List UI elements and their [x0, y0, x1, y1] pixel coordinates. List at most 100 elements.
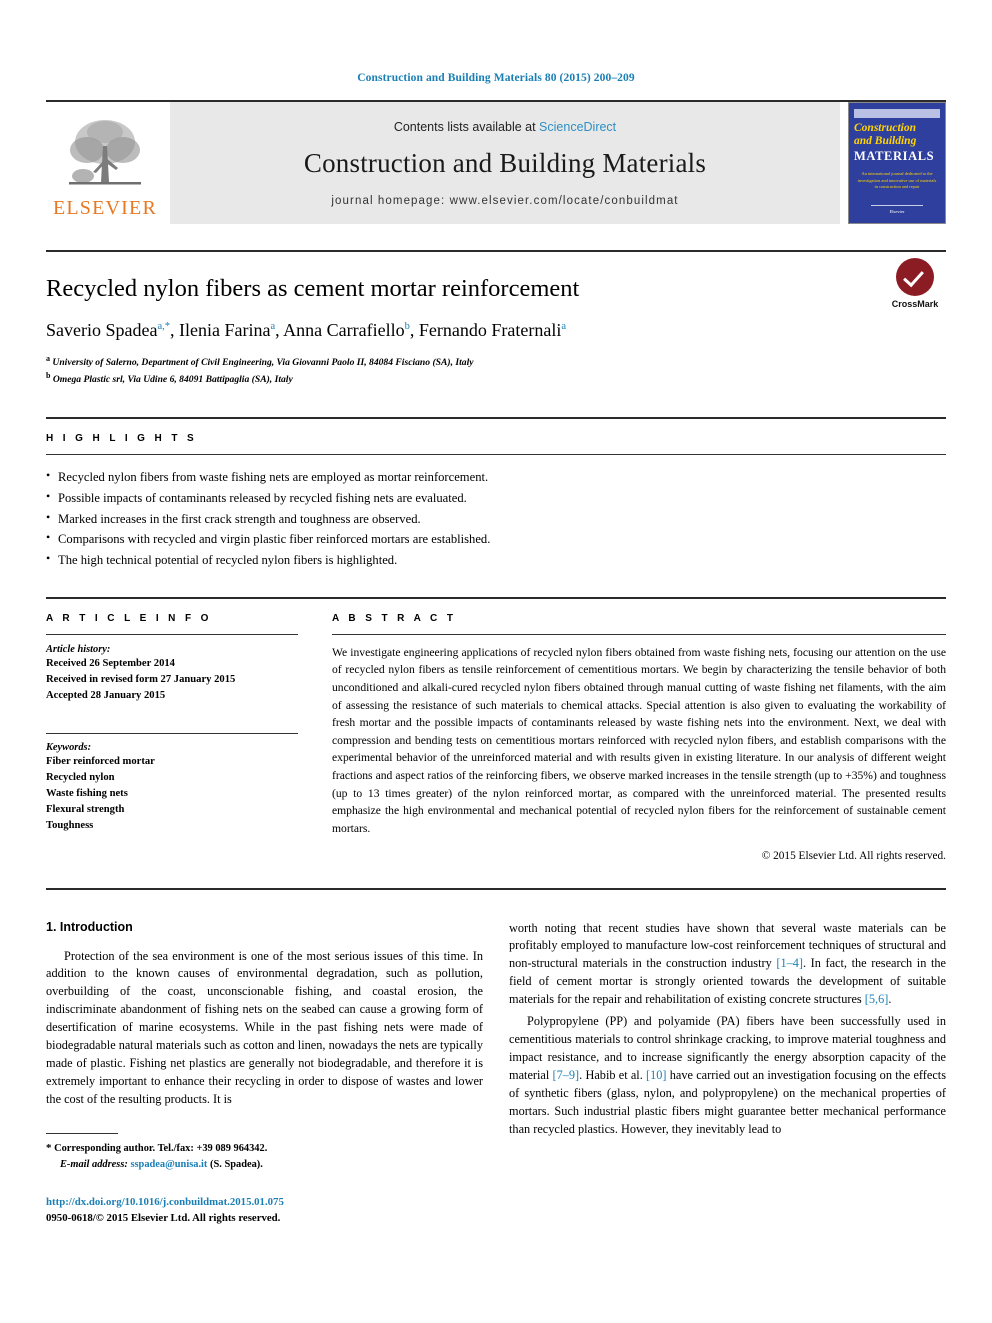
body-paragraph: worth noting that recent studies have sh…: [509, 920, 946, 1010]
title-block: Recycled nylon fibers as cement mortar r…: [46, 250, 946, 387]
article-page: Construction and Building Materials 80 (…: [0, 0, 992, 1323]
keywords-label: Keywords:: [46, 742, 92, 754]
article-info-column: A R T I C L E I N F O Article history: R…: [46, 613, 298, 862]
keyword-item[interactable]: Toughness: [46, 818, 298, 834]
cover-topbar: [854, 109, 940, 118]
highlights-divider: [46, 453, 946, 455]
email-suffix: (S. Spadea).: [210, 1159, 263, 1171]
highlights-section: H I G H L I G H T S Recycled nylon fiber…: [46, 416, 946, 571]
author-affiliation-mark: b: [404, 321, 410, 333]
cover-publisher: Elsevier: [889, 208, 905, 214]
corresponding-author-text: Corresponding author. Tel./fax: +39 089 …: [54, 1143, 268, 1155]
affiliation-text: Omega Plastic srl, Via Udine 6, 84091 Ba…: [52, 374, 293, 386]
body-paragraph: Protection of the sea environment is one…: [46, 948, 483, 1107]
body-columns: 1. Introduction Protection of the sea en…: [46, 920, 946, 1227]
doi-block: http://dx.doi.org/10.1016/j.conbuildmat.…: [46, 1194, 483, 1226]
crossmark-badge[interactable]: CrossMark: [884, 258, 946, 309]
journal-homepage-link[interactable]: journal homepage: www.elsevier.com/locat…: [331, 195, 678, 207]
footnote-divider: [46, 1133, 118, 1135]
article-title: Recycled nylon fibers as cement mortar r…: [46, 275, 580, 302]
abstract-column: A B S T R A C T We investigate engineeri…: [332, 613, 946, 862]
citation-link[interactable]: [5,6]: [865, 992, 889, 1006]
highlights-heading: H I G H L I G H T S: [46, 432, 198, 444]
abstract-heading: A B S T R A C T: [332, 612, 457, 624]
affiliation-text: University of Salerno, Department of Civ…: [52, 356, 474, 368]
elsevier-wordmark: ELSEVIER: [52, 197, 158, 219]
cover-line-2: and Building: [854, 135, 917, 148]
author-affiliation-mark: a: [561, 321, 566, 333]
elsevier-tree-icon: [63, 112, 147, 196]
author-item[interactable]: Fernando Fraternalia: [419, 320, 566, 340]
corresponding-author-marker: *: [46, 1142, 52, 1155]
highlight-item: The high technical potential of recycled…: [46, 549, 946, 571]
email-note: E-mail address: sspadea@unisa.it (S. Spa…: [46, 1157, 483, 1172]
article-info-divider: [46, 633, 298, 635]
cover-blurb: An international journal dedicated to th…: [857, 171, 937, 190]
body-paragraph: Polypropylene (PP) and polyamide (PA) fi…: [509, 1013, 946, 1139]
author-item[interactable]: Saverio Spadeaa,*: [46, 320, 170, 340]
abstract-copyright: © 2015 Elsevier Ltd. All rights reserved…: [761, 849, 946, 862]
citation-link[interactable]: [10]: [646, 1068, 667, 1082]
highlights-list: Recycled nylon fibers from waste fishing…: [46, 466, 946, 571]
info-abstract-section: A R T I C L E I N F O Article history: R…: [46, 596, 946, 862]
author-item[interactable]: Anna Carrafiellob: [283, 320, 410, 340]
highlight-item: Marked increases in the first crack stre…: [46, 508, 946, 530]
body-column-right: worth noting that recent studies have sh…: [509, 920, 946, 1227]
sciencedirect-link[interactable]: ScienceDirect: [539, 120, 616, 134]
citation-link[interactable]: [7–9]: [553, 1068, 580, 1082]
author-item[interactable]: Ilenia Farinaa: [179, 320, 275, 340]
contents-available-line: Contents lists available at ScienceDirec…: [394, 120, 616, 134]
highlight-item: Recycled nylon fibers from waste fishing…: [46, 466, 946, 488]
journal-title: Construction and Building Materials: [303, 147, 707, 178]
article-history-item: Received 26 September 2014: [46, 657, 175, 669]
cover-divider: [871, 204, 923, 206]
contents-prefix: Contents lists available at: [393, 119, 540, 134]
paragraph-text: .: [888, 992, 892, 1007]
journal-band: Contents lists available at ScienceDirec…: [170, 102, 840, 224]
keyword-item[interactable]: Fiber reinforced mortar: [46, 754, 298, 770]
corresponding-author-note: * Corresponding author. Tel./fax: +39 08…: [46, 1141, 483, 1157]
author-affiliation-mark: a,*: [157, 321, 171, 333]
email-label: E-mail address:: [60, 1159, 128, 1171]
abstract-text: We investigate engineering applications …: [332, 645, 946, 835]
crossmark-label: CrossMark: [891, 299, 939, 309]
affiliation-list: a University of Salerno, Department of C…: [46, 353, 946, 387]
keywords-divider: [46, 733, 298, 735]
author-name: Fernando Fraternali: [418, 320, 562, 341]
elsevier-logo: ELSEVIER: [46, 102, 164, 224]
abstract-divider: [332, 633, 946, 635]
journal-cover-thumbnail[interactable]: Construction and Building MATERIALS An i…: [848, 102, 946, 224]
affiliation-item: a University of Salerno, Department of C…: [46, 353, 946, 370]
keyword-item[interactable]: Recycled nylon: [46, 770, 298, 786]
author-name: Saverio Spadea: [46, 320, 158, 341]
author-affiliation-mark: a: [270, 321, 276, 333]
article-history-item: Received in revised form 27 January 2015: [46, 673, 236, 685]
author-name: Anna Carrafiello: [283, 320, 405, 341]
issn-copyright-line: 0950-0618/© 2015 Elsevier Ltd. All right…: [46, 1212, 281, 1225]
paragraph-text: . Habib et al.: [579, 1068, 647, 1083]
author-list: Saverio Spadeaa,*, Ilenia Farinaa, Anna …: [46, 320, 566, 341]
body-top-divider: [46, 887, 946, 890]
body-column-left: 1. Introduction Protection of the sea en…: [46, 920, 483, 1227]
article-history-item: Accepted 28 January 2015: [46, 689, 166, 701]
affiliation-mark: a: [46, 353, 50, 363]
citation-link[interactable]: [1–4]: [776, 956, 803, 970]
highlight-item: Possible impacts of contaminants release…: [46, 487, 946, 509]
cover-line-1: Construction: [854, 122, 916, 134]
footnote-area: * Corresponding author. Tel./fax: +39 08…: [46, 1133, 483, 1226]
section-title-introduction: 1. Introduction: [46, 919, 133, 934]
article-history-label: Article history:: [46, 643, 111, 655]
doi-link[interactable]: http://dx.doi.org/10.1016/j.conbuildmat.…: [46, 1194, 483, 1210]
journal-masthead: ELSEVIER Contents lists available at Sci…: [46, 100, 946, 224]
email-link[interactable]: sspadea@unisa.it: [130, 1159, 207, 1170]
author-name: Ilenia Farina: [179, 320, 271, 341]
keyword-item[interactable]: Flexural strength: [46, 802, 298, 818]
cover-line-3: MATERIALS: [854, 149, 935, 164]
crossmark-check-icon: [896, 258, 934, 296]
affiliation-item: b Omega Plastic srl, Via Udine 6, 84091 …: [46, 370, 946, 387]
affiliation-mark: b: [46, 370, 51, 380]
keyword-item[interactable]: Waste fishing nets: [46, 786, 298, 802]
running-head: Construction and Building Materials 80 (…: [357, 72, 635, 84]
keywords-block: Keywords: Fiber reinforced mortar Recycl…: [46, 733, 298, 833]
highlight-item: Comparisons with recycled and virgin pla…: [46, 528, 946, 550]
